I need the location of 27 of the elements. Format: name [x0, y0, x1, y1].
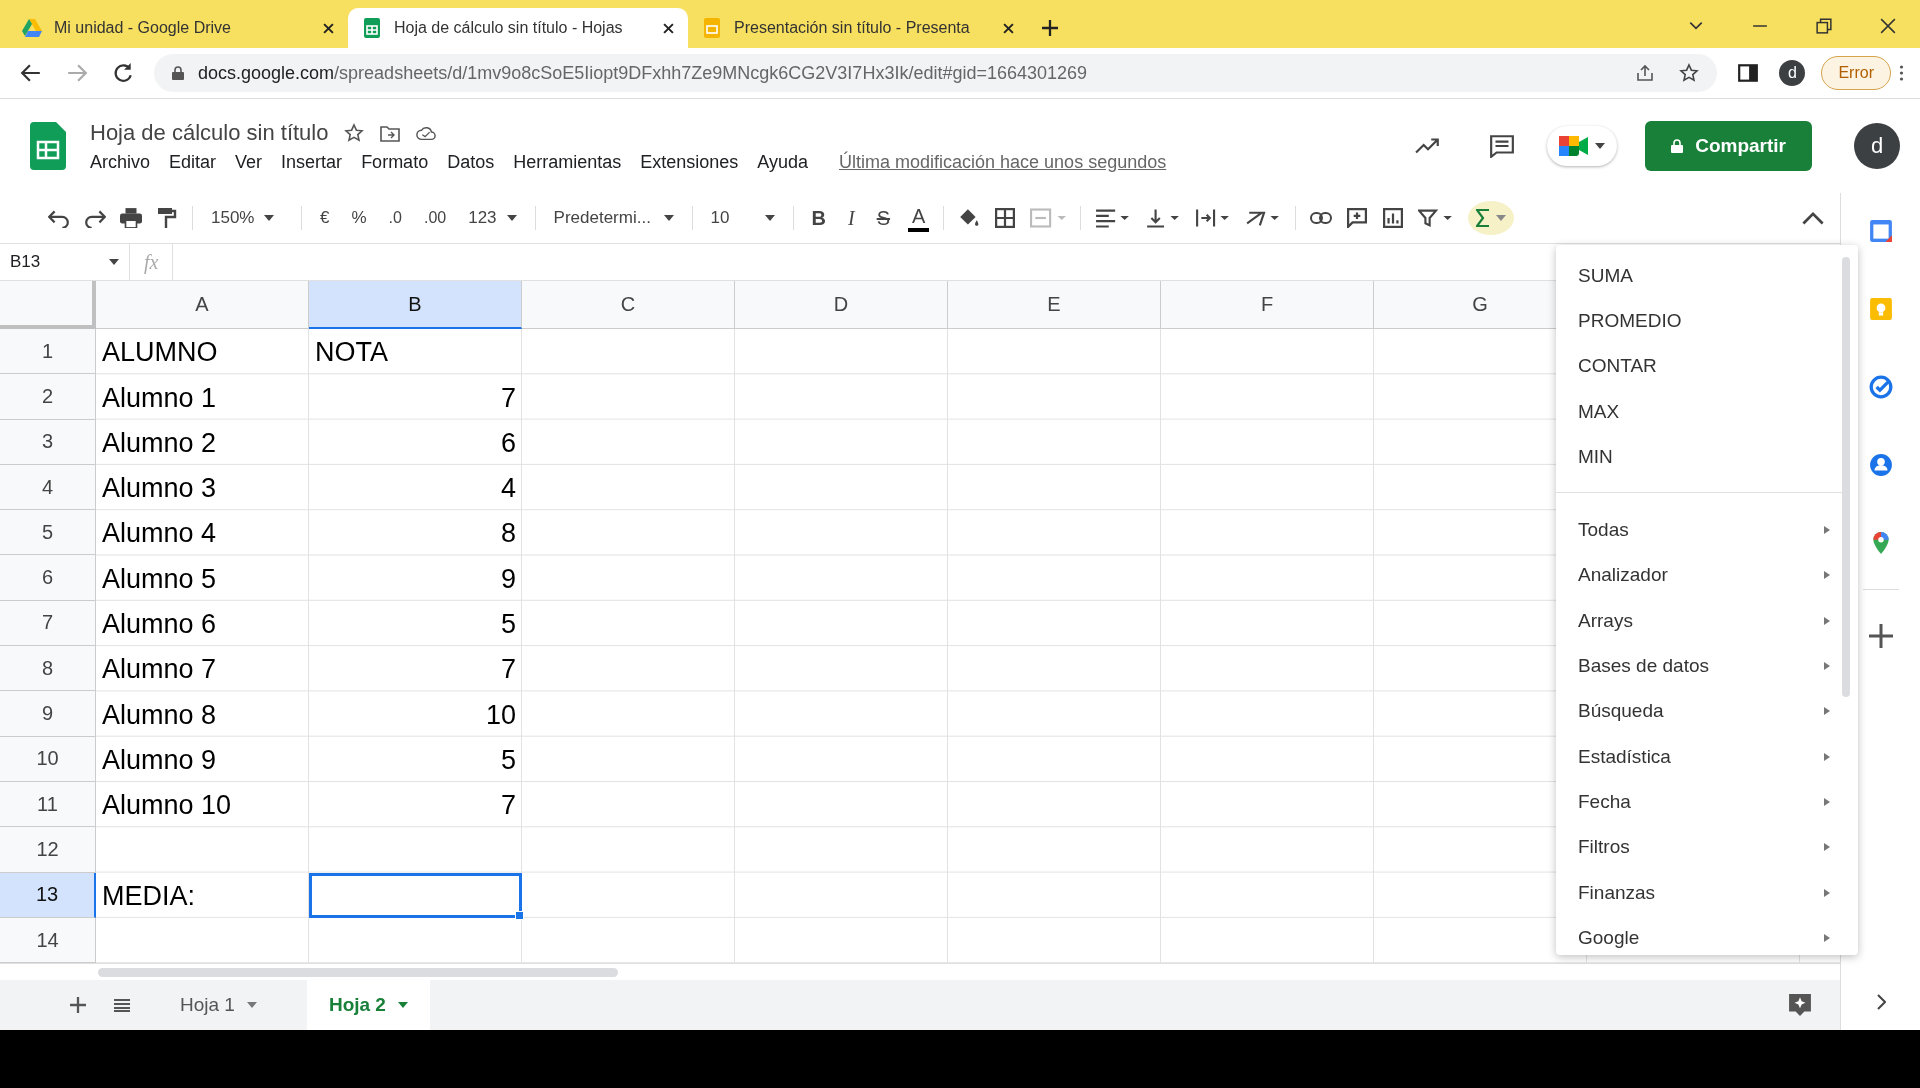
table-cell-text: 8	[499, 517, 517, 551]
table-cell-text: 7	[499, 381, 517, 415]
table-cell-text: 4	[499, 472, 517, 506]
table-cell-text: 5	[499, 743, 517, 777]
table-cell-text: Alumno 6	[101, 608, 218, 642]
table-cell-text: ALUMNO	[101, 336, 219, 370]
table-cell-text: 9	[499, 562, 517, 596]
table-cell-text: 7	[499, 653, 517, 687]
table-cell-text: Alumno 2	[101, 426, 218, 460]
table-cell-text: Alumno 1	[101, 381, 218, 415]
tab-title: Hoja de cálculo sin título - Hojas	[394, 19, 624, 37]
table-cell-text: Alumno 10	[101, 789, 233, 823]
table-cell-text: 7	[499, 789, 517, 823]
table-cell-text: Alumno 5	[101, 562, 218, 596]
table-cell-text: 5	[499, 608, 517, 642]
tab-title: Presentación sin título - Presenta	[734, 19, 971, 37]
fx-label: fx	[143, 250, 160, 274]
table-cell-text: NOTA	[314, 336, 389, 370]
table-cell-text: Alumno 4	[101, 517, 218, 551]
table-cell-text: Alumno 3	[101, 472, 218, 506]
table-cell-text: 10	[484, 698, 517, 732]
table-cell-text: Alumno 7	[101, 653, 218, 687]
tab-title: Mi unidad - Google Drive	[54, 19, 232, 37]
table-cell-text: 6	[499, 426, 517, 460]
table-cell-text: MEDIA:	[101, 879, 196, 913]
table-cell-text: Alumno 8	[101, 698, 218, 732]
table-cell-text: Alumno 9	[101, 743, 218, 777]
